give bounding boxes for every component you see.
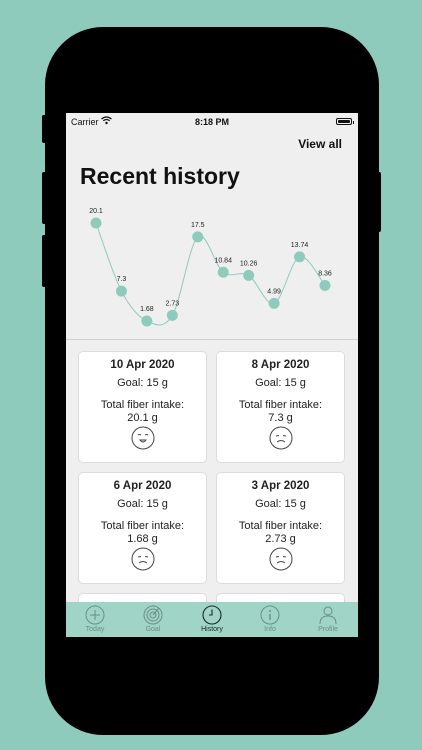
data-point xyxy=(166,309,178,321)
target-icon xyxy=(143,605,163,625)
tab-bar: Today Goal History Info Profile xyxy=(66,602,358,637)
data-label: 8.36 xyxy=(318,270,332,277)
app-screen: Carrier 8:18 PM View all Recent history … xyxy=(66,113,358,637)
card-intake-value: 1.68 g xyxy=(127,533,158,545)
data-point xyxy=(90,217,102,229)
data-point xyxy=(268,297,280,309)
data-point xyxy=(217,266,229,278)
view-all-button[interactable]: View all xyxy=(298,137,342,151)
battery-icon xyxy=(336,118,354,125)
data-point xyxy=(192,231,204,243)
history-card[interactable]: 6 Apr 2020 Goal: 15 g Total fiber intake… xyxy=(78,472,207,584)
tab-profile[interactable]: Profile xyxy=(299,602,357,637)
clock-icon xyxy=(202,605,222,625)
info-icon xyxy=(260,605,280,625)
data-point xyxy=(243,269,255,281)
data-point xyxy=(319,279,331,291)
data-label: 10.26 xyxy=(240,260,258,267)
tab-label: History xyxy=(201,626,223,633)
card-intake-label: Total fiber intake: xyxy=(100,520,185,532)
volume-up-button xyxy=(42,172,46,224)
card-intake-value: 7.3 g xyxy=(268,412,293,424)
data-point xyxy=(294,251,306,263)
data-label: 7.3 xyxy=(117,276,127,283)
tab-label: Today xyxy=(85,626,105,633)
card-goal: Goal: 15 g xyxy=(255,498,306,510)
tab-info[interactable]: Info xyxy=(241,602,299,637)
data-label: 4.99 xyxy=(267,288,281,295)
sad-face-icon xyxy=(269,547,293,571)
data-point xyxy=(115,285,127,297)
tab-label: Goal xyxy=(145,626,161,633)
tab-today[interactable]: Today xyxy=(66,602,124,637)
tab-history[interactable]: History xyxy=(183,602,241,637)
data-label: 17.5 xyxy=(191,222,205,229)
history-card[interactable]: 8 Apr 2020 Goal: 15 g Total fiber intake… xyxy=(216,351,345,463)
history-card[interactable]: 10 Apr 2020 Goal: 15 g Total fiber intak… xyxy=(78,351,207,463)
data-label: 1.68 xyxy=(140,306,154,313)
tab-label: Info xyxy=(264,626,276,633)
plus-circle-icon xyxy=(85,605,105,625)
card-goal: Goal: 15 g xyxy=(117,377,168,389)
card-intake-label: Total fiber intake: xyxy=(238,520,323,532)
status-time: 8:18 PM xyxy=(194,117,229,127)
data-label: 10.84 xyxy=(214,257,232,264)
card-goal: Goal: 15 g xyxy=(117,498,168,510)
data-label: 2.73 xyxy=(166,300,180,307)
data-point xyxy=(141,315,153,327)
person-icon xyxy=(319,606,337,625)
card-intake-label: Total fiber intake: xyxy=(238,399,323,411)
series-line xyxy=(95,222,326,326)
card-date: 6 Apr 2020 xyxy=(113,480,172,492)
card-intake-value: 20.1 g xyxy=(127,412,158,424)
sad-face-icon xyxy=(131,547,155,571)
tab-label: Profile xyxy=(318,626,338,633)
volume-down-button xyxy=(42,235,46,287)
sad-face-icon xyxy=(269,426,293,450)
card-date: 10 Apr 2020 xyxy=(110,359,175,371)
card-goal: Goal: 15 g xyxy=(255,377,306,389)
card-date: 3 Apr 2020 xyxy=(251,480,310,492)
status-bar: Carrier 8:18 PM xyxy=(66,113,358,131)
card-intake-label: Total fiber intake: xyxy=(100,399,185,411)
card-intake-value: 2.73 g xyxy=(265,533,296,545)
page-title: Recent history xyxy=(80,163,240,189)
card-date: 8 Apr 2020 xyxy=(251,359,310,371)
section-divider xyxy=(66,339,358,340)
power-button xyxy=(377,172,381,232)
happy-face-icon xyxy=(131,426,155,450)
fiber-history-chart: 20.1 7.3 1.68 2.73 17.5 10.84 10.26 4.99 13.74 8.… xyxy=(89,208,332,327)
tab-goal[interactable]: Goal xyxy=(124,602,182,637)
history-card[interactable]: 3 Apr 2020 Goal: 15 g Total fiber intake… xyxy=(216,472,345,584)
mute-switch xyxy=(42,115,46,143)
data-label: 13.74 xyxy=(291,242,309,249)
data-label: 20.1 xyxy=(89,208,103,215)
